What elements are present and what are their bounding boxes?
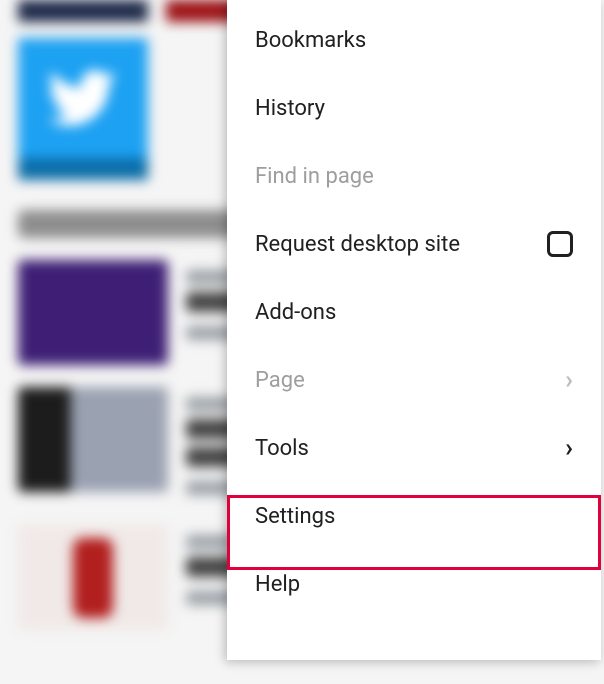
menu-item-label: Page bbox=[255, 368, 305, 393]
menu-item-label: Find in page bbox=[255, 164, 374, 189]
menu-item-find-in-page: Find in page bbox=[227, 142, 601, 210]
menu-item-tools[interactable]: Tools › bbox=[227, 414, 601, 482]
menu-item-label: Request desktop site bbox=[255, 232, 460, 257]
browser-overflow-menu: Bookmarks History Find in page Request d… bbox=[227, 0, 601, 660]
menu-item-label: History bbox=[255, 96, 325, 121]
menu-item-page: Page › bbox=[227, 346, 601, 414]
menu-item-label: Tools bbox=[255, 436, 309, 461]
menu-item-label: Settings bbox=[255, 504, 335, 529]
menu-item-label: Bookmarks bbox=[255, 28, 366, 53]
chevron-right-icon: › bbox=[565, 367, 573, 393]
menu-item-label: Help bbox=[255, 572, 300, 597]
menu-item-history[interactable]: History bbox=[227, 74, 601, 142]
menu-item-help[interactable]: Help bbox=[227, 550, 601, 618]
chevron-right-icon: › bbox=[565, 435, 573, 461]
menu-item-settings[interactable]: Settings bbox=[227, 482, 601, 550]
checkbox-icon[interactable] bbox=[547, 231, 573, 257]
menu-item-request-desktop-site[interactable]: Request desktop site bbox=[227, 210, 601, 278]
menu-item-bookmarks[interactable]: Bookmarks bbox=[227, 6, 601, 74]
menu-item-add-ons[interactable]: Add-ons bbox=[227, 278, 601, 346]
menu-item-label: Add-ons bbox=[255, 300, 336, 325]
